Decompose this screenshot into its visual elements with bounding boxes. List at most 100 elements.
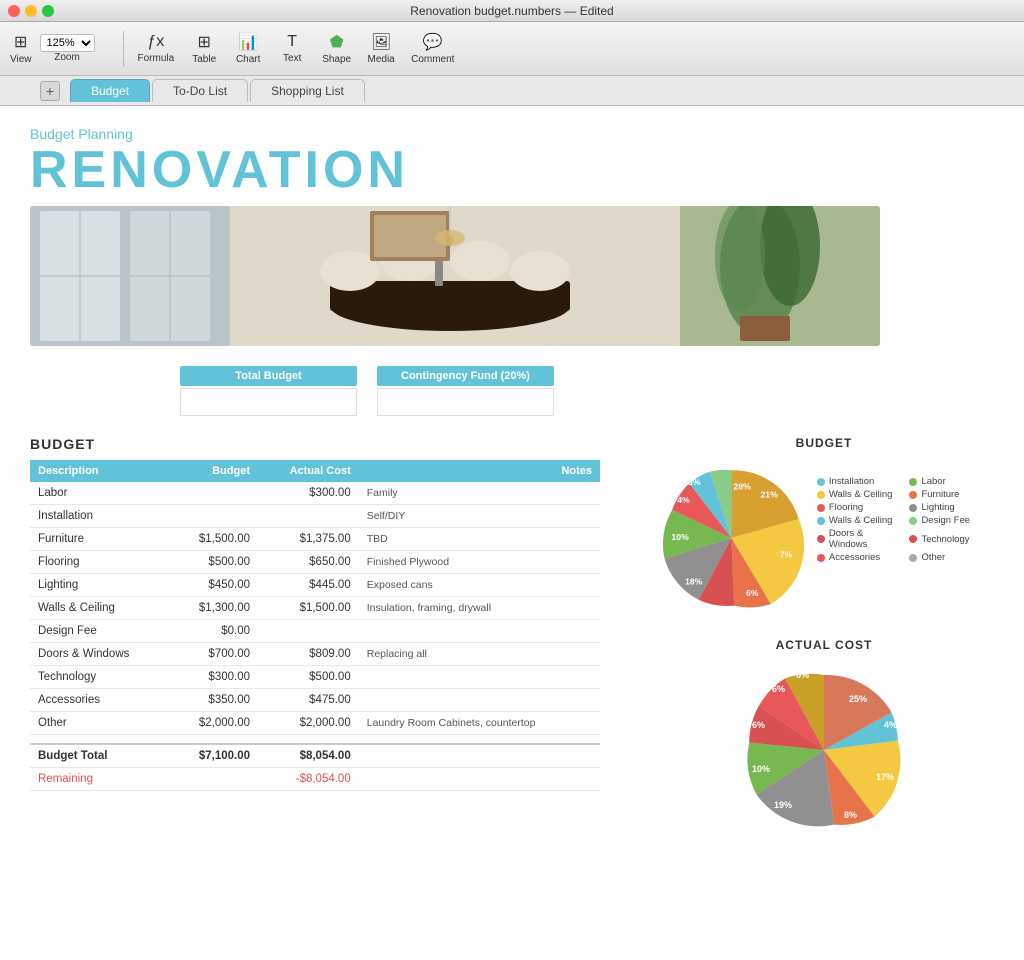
cell-desc[interactable]: Technology <box>30 666 170 689</box>
cell-desc[interactable]: Doors & Windows <box>30 643 170 666</box>
cell-notes[interactable]: Replacing all <box>359 643 600 666</box>
legend-dot <box>817 517 825 525</box>
shape-icon: ⬟ <box>330 32 344 52</box>
legend-grid: Installation Labor Walls & Ceiling <box>817 476 994 563</box>
cell-notes[interactable] <box>359 689 600 712</box>
legend-label: Technology <box>921 534 969 545</box>
cell-notes[interactable]: Self/DIY <box>359 505 600 528</box>
pct-label: 21% <box>760 489 778 499</box>
cell-notes[interactable]: Insulation, framing, drywall <box>359 597 600 620</box>
cell-actual[interactable]: $1,375.00 <box>258 528 359 551</box>
budget-pie-svg: 21% 7% 6% 18% 10% 4% 5% 28% <box>654 458 809 618</box>
legend-label: Labor <box>921 476 945 487</box>
legend-dot <box>817 491 825 499</box>
zoom-select[interactable]: 125% 100% 75% <box>40 34 95 52</box>
legend-item: Labor <box>909 476 994 487</box>
shape-button[interactable]: ⬟ Shape <box>316 28 357 69</box>
cell-budget[interactable]: $2,000.00 <box>170 712 258 735</box>
cell-actual[interactable]: $300.00 <box>258 482 359 505</box>
cell-desc[interactable]: Furniture <box>30 528 170 551</box>
text-button[interactable]: T Text <box>272 29 312 68</box>
legend-item: Technology <box>909 528 994 550</box>
cell-budget[interactable] <box>170 505 258 528</box>
cell-actual[interactable]: $1,500.00 <box>258 597 359 620</box>
cell-actual[interactable]: $2,000.00 <box>258 712 359 735</box>
cell-budget[interactable] <box>170 482 258 505</box>
cell-notes[interactable]: Finished Plywood <box>359 551 600 574</box>
cell-budget[interactable]: $350.00 <box>170 689 258 712</box>
budget-chart: BUDGET <box>654 436 994 618</box>
tab-budget[interactable]: Budget <box>70 79 150 102</box>
cell-desc[interactable]: Other <box>30 712 170 735</box>
budget-table: Description Budget Actual Cost Notes Lab… <box>30 460 600 791</box>
legend-dot <box>909 535 917 543</box>
total-budget-input[interactable] <box>180 388 357 416</box>
legend-item: Flooring <box>817 502 902 513</box>
cell-notes[interactable]: Exposed cans <box>359 574 600 597</box>
cell-budget[interactable]: $700.00 <box>170 643 258 666</box>
table-row: Flooring $500.00 $650.00 Finished Plywoo… <box>30 551 600 574</box>
cell-actual[interactable]: $475.00 <box>258 689 359 712</box>
cell-budget[interactable]: $1,300.00 <box>170 597 258 620</box>
tab-todo[interactable]: To-Do List <box>152 79 248 102</box>
tab-shopping[interactable]: Shopping List <box>250 79 365 102</box>
pct-label: 7% <box>780 549 793 559</box>
cell-budget[interactable]: $300.00 <box>170 666 258 689</box>
cell-actual[interactable] <box>258 505 359 528</box>
contingency-input[interactable] <box>377 388 554 416</box>
cell-notes[interactable]: TBD <box>359 528 600 551</box>
cell-budget[interactable]: $450.00 <box>170 574 258 597</box>
budget-chart-area: 21% 7% 6% 18% 10% 4% 5% 28% <box>654 458 994 618</box>
cell-desc[interactable]: Accessories <box>30 689 170 712</box>
header-title: RENOVATION <box>30 144 994 196</box>
actual-chart: ACTUAL COST <box>654 638 994 840</box>
table-button[interactable]: ⊞ Table <box>184 28 224 69</box>
view-button[interactable]: ⊞ View <box>10 32 32 65</box>
table-row: Labor $300.00 Family <box>30 482 600 505</box>
cell-desc[interactable]: Labor <box>30 482 170 505</box>
pct-label: 10% <box>752 764 770 774</box>
cell-actual[interactable]: $650.00 <box>258 551 359 574</box>
right-content: BUDGET <box>654 436 994 860</box>
cell-actual[interactable]: $445.00 <box>258 574 359 597</box>
col-budget: Budget <box>170 460 258 482</box>
remaining-notes <box>359 768 600 791</box>
text-icon: T <box>287 33 297 51</box>
cell-notes[interactable] <box>359 666 600 689</box>
legend-item: Design Fee <box>909 515 994 526</box>
legend-item: Walls & Ceiling <box>817 515 902 526</box>
cell-desc[interactable]: Flooring <box>30 551 170 574</box>
legend-dot <box>909 554 917 562</box>
comment-button[interactable]: 💬 Comment <box>405 28 460 69</box>
formula-button[interactable]: ƒx Formula <box>132 29 181 68</box>
chart-button[interactable]: 📊 Chart <box>228 28 268 69</box>
table-row: Doors & Windows $700.00 $809.00 Replacin… <box>30 643 600 666</box>
cell-actual[interactable]: $500.00 <box>258 666 359 689</box>
window-title: Renovation budget.numbers — Edited <box>410 4 613 18</box>
cell-budget[interactable]: $0.00 <box>170 620 258 643</box>
legend-item: Installation <box>817 476 902 487</box>
add-tab-button[interactable]: + <box>40 81 60 101</box>
total-budget-group: Total Budget <box>180 366 357 416</box>
legend-dot <box>817 554 825 562</box>
content-area: Budget Planning RENOVATION <box>0 106 1024 960</box>
cell-budget[interactable]: $1,500.00 <box>170 528 258 551</box>
cell-desc[interactable]: Walls & Ceiling <box>30 597 170 620</box>
cell-desc[interactable]: Installation <box>30 505 170 528</box>
cell-desc[interactable]: Lighting <box>30 574 170 597</box>
cell-notes[interactable]: Laundry Room Cabinets, countertop <box>359 712 600 735</box>
fullscreen-button[interactable] <box>42 5 54 17</box>
close-button[interactable] <box>8 5 20 17</box>
cell-notes[interactable]: Family <box>359 482 600 505</box>
media-button[interactable]: 🖼 Media <box>361 28 401 69</box>
cell-budget[interactable]: $500.00 <box>170 551 258 574</box>
cell-notes[interactable] <box>359 620 600 643</box>
cell-actual[interactable] <box>258 620 359 643</box>
remaining-budget <box>170 768 258 791</box>
legend-label: Flooring <box>829 502 863 513</box>
cell-actual[interactable]: $809.00 <box>258 643 359 666</box>
cell-desc[interactable]: Design Fee <box>30 620 170 643</box>
minimize-button[interactable] <box>25 5 37 17</box>
legend-label: Other <box>921 552 945 563</box>
actual-pie-svg: 25% 4% 17% 8% 19% 10% 6% 6% 6% <box>734 660 914 840</box>
